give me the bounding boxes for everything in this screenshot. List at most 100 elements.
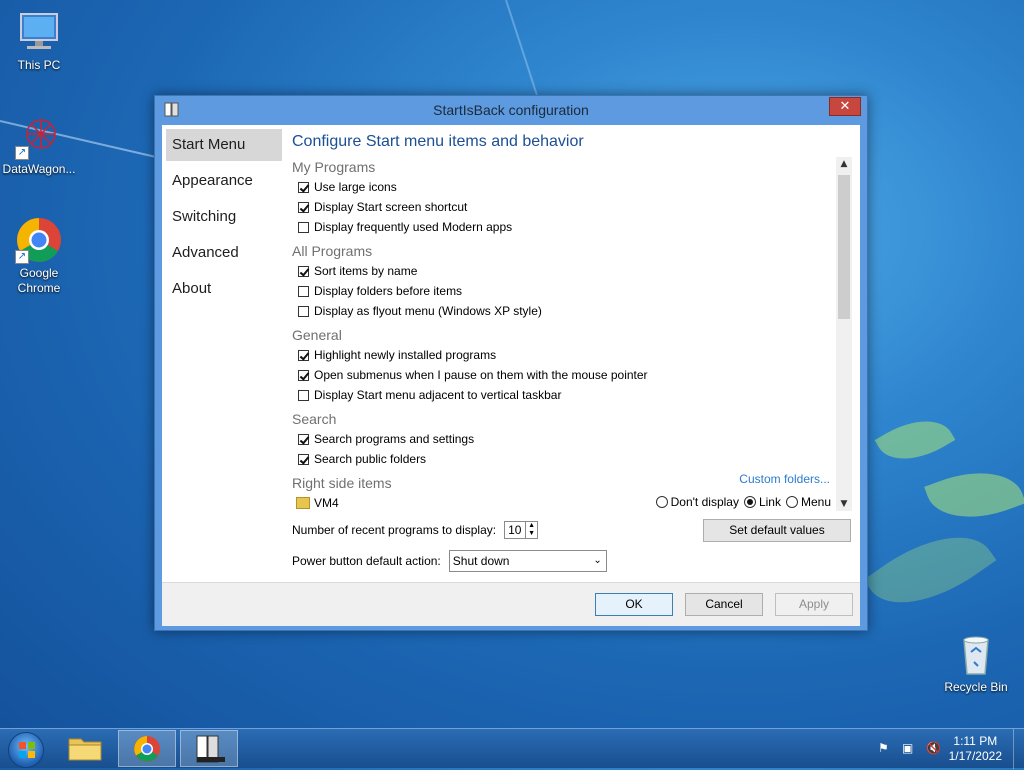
option-vertical-taskbar[interactable]: Display Start menu adjacent to vertical …	[292, 385, 852, 405]
checkbox[interactable]	[298, 181, 309, 193]
section-title: General	[292, 327, 342, 343]
radio-label: Menu	[800, 495, 831, 509]
recent-programs-input[interactable]: 10	[504, 521, 527, 539]
folder-icon	[296, 497, 310, 509]
startisback-config-window[interactable]: StartIsBack configuration ✕ Start Menu A…	[154, 95, 868, 631]
checkbox[interactable]	[298, 201, 309, 213]
taskbar-chrome[interactable]	[118, 730, 176, 767]
power-action-dropdown[interactable]: Shut down ⌄	[448, 550, 607, 572]
radio-label: Don't display	[670, 495, 739, 509]
display-mode-radios: Don't display Link Menu	[655, 495, 836, 509]
apply-button[interactable]: Apply	[775, 593, 853, 616]
startisback-icon	[196, 735, 225, 763]
scrollbar-thumb[interactable]	[838, 175, 850, 319]
option-folders-before-items[interactable]: Display folders before items	[292, 281, 852, 301]
option-start-screen-shortcut[interactable]: Display Start screen shortcut	[292, 197, 852, 217]
this-pc-icon	[15, 8, 63, 56]
option-label: Open submenus when I pause on them with …	[314, 368, 648, 382]
checkbox[interactable]	[298, 221, 309, 233]
show-desktop-button[interactable]	[1013, 729, 1024, 769]
recent-programs-row: Number of recent programs to display: 10…	[292, 521, 539, 539]
volume-muted-icon[interactable]: 🔇	[926, 741, 942, 757]
option-label: Display folders before items	[314, 284, 463, 298]
option-open-submenus[interactable]: Open submenus when I pause on them with …	[292, 365, 852, 385]
checkbox[interactable]	[298, 453, 309, 465]
section-title: All Programs	[292, 243, 373, 259]
action-center-flag-icon[interactable]: ⚑	[878, 741, 894, 757]
section-title: Right side items	[292, 475, 392, 491]
desktop-icon-this-pc[interactable]: This PC	[1, 8, 77, 73]
folder-icon	[68, 738, 102, 761]
close-button[interactable]: ✕	[829, 97, 861, 116]
wallpaper-leaf	[863, 511, 997, 629]
checkbox[interactable]	[298, 369, 309, 381]
radio-menu[interactable]	[785, 496, 798, 508]
sidebar-item-advanced[interactable]: Advanced	[166, 237, 282, 269]
network-icon[interactable]: ▣	[902, 741, 918, 757]
option-label: Sort items by name	[314, 264, 418, 278]
right-side-item-vm4[interactable]: VM4 Don't display Link Menu	[292, 493, 852, 511]
settings-panel: Configure Start menu items and behavior …	[292, 133, 852, 572]
clock-date: 1/17/2022	[948, 749, 1002, 763]
recent-programs-label: Number of recent programs to display:	[292, 523, 497, 537]
option-search-public-folders[interactable]: Search public folders	[292, 449, 852, 469]
dialog-client-area: Start Menu Appearance Switching Advanced…	[162, 125, 860, 626]
desktop-icon-label: This PC	[17, 58, 61, 72]
windows-logo-icon	[19, 742, 35, 758]
right-side-item-label: VM4	[314, 496, 339, 510]
spinner-arrows-icon[interactable]: ▲ ▼	[526, 521, 539, 539]
desktop-icon-recycle-bin[interactable]: Recycle Bin	[938, 630, 1014, 695]
section-title: My Programs	[292, 159, 376, 175]
option-sort-by-name[interactable]: Sort items by name	[292, 261, 852, 281]
desktop-icon-datawagon[interactable]: ↗ DataWagon...	[1, 112, 77, 177]
cancel-button[interactable]: Cancel	[685, 593, 763, 616]
sidebar-item-about[interactable]: About	[166, 273, 282, 305]
set-default-values-button[interactable]: Set default values	[703, 519, 851, 542]
clock-time: 1:11 PM	[953, 734, 998, 748]
checkbox[interactable]	[298, 305, 309, 317]
option-label: Search programs and settings	[314, 432, 475, 446]
chrome-icon	[134, 736, 160, 762]
option-flyout-menu[interactable]: Display as flyout menu (Windows XP style…	[292, 301, 852, 321]
desktop-icon-label: Google Chrome	[17, 266, 61, 295]
option-label: Display frequently used Modern apps	[314, 220, 513, 234]
power-button-label: Power button default action:	[292, 554, 441, 568]
radio-link[interactable]	[743, 496, 756, 508]
option-use-large-icons[interactable]: Use large icons	[292, 177, 852, 197]
checkbox[interactable]	[298, 389, 309, 401]
radio-label: Link	[758, 495, 781, 509]
checkbox[interactable]	[298, 433, 309, 445]
clock[interactable]: 1:11 PM 1/17/2022	[949, 734, 1002, 764]
desktop-icon-label: DataWagon...	[2, 162, 76, 176]
option-search-programs[interactable]: Search programs and settings	[292, 429, 852, 449]
start-button[interactable]	[8, 732, 44, 768]
power-action-value: Shut down	[452, 554, 510, 568]
custom-folders-link[interactable]: Custom folders...	[739, 469, 830, 489]
wallpaper-leaf	[874, 405, 956, 475]
checkbox[interactable]	[298, 285, 309, 297]
checkbox[interactable]	[298, 265, 309, 277]
checkbox[interactable]	[298, 349, 309, 361]
desktop-icon-google-chrome[interactable]: ↗ Google Chrome	[1, 216, 77, 296]
taskbar-startisback[interactable]	[180, 730, 238, 767]
title-bar[interactable]: StartIsBack configuration ✕	[155, 96, 867, 124]
sidebar-item-switching[interactable]: Switching	[166, 201, 282, 233]
recycle-bin-icon	[952, 630, 1000, 678]
sidebar-item-start-menu[interactable]: Start Menu	[166, 129, 282, 161]
shortcut-arrow-icon: ↗	[15, 250, 29, 264]
shortcut-arrow-icon: ↗	[15, 146, 29, 160]
scroll-down-icon[interactable]: ▼	[836, 497, 852, 511]
option-modern-apps[interactable]: Display frequently used Modern apps	[292, 217, 852, 237]
ok-button[interactable]: OK	[595, 593, 673, 616]
datawagon-icon: ↗	[15, 112, 63, 160]
radio-dont-display[interactable]	[655, 496, 668, 508]
desktop-icon-label: Recycle Bin	[944, 680, 1008, 694]
option-highlight-new[interactable]: Highlight newly installed programs	[292, 345, 852, 365]
wallpaper-leaf	[924, 456, 1024, 534]
scroll-up-icon[interactable]: ▲	[836, 157, 852, 171]
taskbar-file-explorer[interactable]	[56, 730, 114, 767]
option-label: Highlight newly installed programs	[314, 348, 497, 362]
sidebar-item-appearance[interactable]: Appearance	[166, 165, 282, 197]
vertical-scrollbar[interactable]: ▲ ▼	[836, 157, 852, 511]
options-scroll-area[interactable]: My Programs Use large icons Display Star…	[292, 157, 852, 511]
